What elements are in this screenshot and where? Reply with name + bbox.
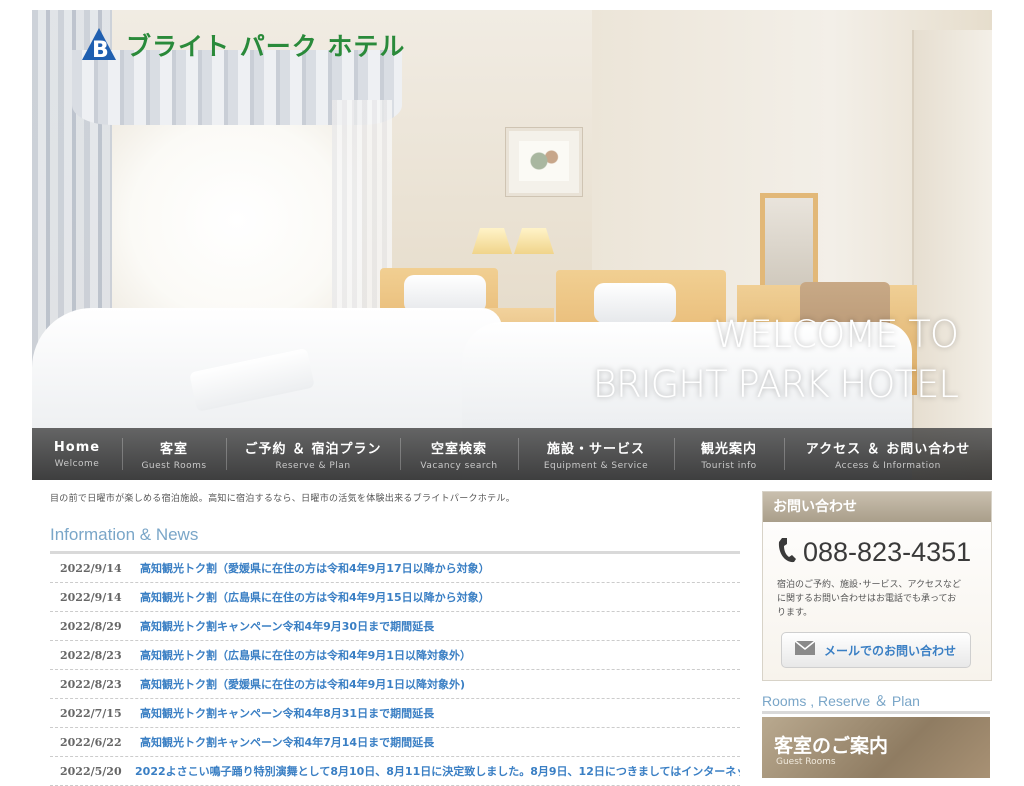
news-date: 2022/5/20 bbox=[60, 764, 122, 778]
news-item: 2022/8/23 高知観光トク割（愛媛県に在住の方は令和4年9月1日以降対象外… bbox=[50, 670, 740, 699]
nav-guest-rooms[interactable]: 客室 Guest Rooms bbox=[122, 428, 226, 480]
news-section: Information & News 2022/9/14 高知観光トク割（愛媛県… bbox=[50, 525, 740, 786]
mail-button-label: メールでのお問い合わせ bbox=[824, 643, 957, 658]
news-date: 2022/9/14 bbox=[60, 561, 122, 575]
news-date: 2022/9/14 bbox=[60, 590, 122, 604]
svg-text:B: B bbox=[92, 38, 109, 63]
news-item: 2022/5/20 2022よさこい鳴子踊り特別演舞として8月10日、8月11日… bbox=[50, 757, 740, 786]
news-link[interactable]: 高知観光トク割（広島県に在住の方は令和4年9月1日以降対象外） bbox=[140, 647, 471, 663]
news-link[interactable]: 高知観光トク割（広島県に在住の方は令和4年9月15日以降から対象） bbox=[140, 589, 490, 605]
hero-lamp-right bbox=[514, 228, 554, 254]
nav-label: 施設・サービス bbox=[546, 441, 645, 457]
nav-equipment-service[interactable]: 施設・サービス Equipment & Service bbox=[518, 428, 674, 480]
hero-image: B ブライト パーク ホテル WELCOME TO BRIGHT PARK HO… bbox=[32, 10, 992, 480]
page-wrapper: B ブライト パーク ホテル WELCOME TO BRIGHT PARK HO… bbox=[32, 10, 992, 786]
news-date: 2022/8/29 bbox=[60, 619, 122, 633]
nav-tourist-info[interactable]: 観光案内 Tourist info bbox=[674, 428, 784, 480]
nav-sublabel: Guest Rooms bbox=[141, 460, 207, 471]
nav-reserve-plan[interactable]: ご予約 ＆ 宿泊プラン Reserve & Plan bbox=[226, 428, 400, 480]
main-nav: Home Welcome 客室 Guest Rooms ご予約 ＆ 宿泊プラン … bbox=[32, 428, 992, 480]
nav-sublabel: Access & Information bbox=[835, 460, 941, 471]
news-link[interactable]: 高知観光トク割（愛媛県に在住の方は令和4年9月17日以降から対象） bbox=[140, 560, 490, 576]
contact-title: お問い合わせ bbox=[763, 492, 991, 522]
welcome-line-2: BRIGHT PARK HOTEL bbox=[592, 363, 959, 406]
nav-label: 客室 bbox=[159, 441, 188, 457]
contact-desc-line: 宿泊のご予約、施設･サービス、アクセスなど bbox=[777, 580, 962, 590]
news-date: 2022/6/22 bbox=[60, 735, 122, 749]
news-item: 2022/7/15 高知観光トク割キャンペーン令和4年8月31日まで期間延長 bbox=[50, 699, 740, 728]
rooms-section-title: Rooms , Reserve ＆ Plan bbox=[762, 691, 990, 714]
hero-mirror bbox=[760, 193, 818, 295]
rooms-banner-title: 客室のご案内 bbox=[774, 735, 889, 757]
phone-number[interactable]: 088-823-4351 bbox=[803, 537, 971, 568]
hero-window bbox=[112, 105, 362, 335]
news-link[interactable]: 2022よさこい鳴子踊り特別演舞として8月10日、8月11日に決定致しました。8… bbox=[135, 763, 740, 779]
news-link[interactable]: 高知観光トク割キャンペーン令和4年8月31日まで期間延長 bbox=[140, 705, 434, 721]
nav-home[interactable]: Home Welcome bbox=[32, 428, 122, 480]
nav-vacancy-search[interactable]: 空室検索 Vacancy search bbox=[400, 428, 518, 480]
hero-wall-picture bbox=[506, 128, 582, 196]
mail-icon bbox=[794, 640, 816, 660]
welcome-line-1: WELCOME TO bbox=[713, 313, 959, 356]
news-section-title: Information & News bbox=[50, 525, 740, 554]
contact-description: 宿泊のご予約、施設･サービス、アクセスなど に関するお問い合わせはお電話でも承っ… bbox=[763, 568, 991, 620]
nav-label: Home bbox=[53, 439, 101, 455]
news-item: 2022/9/14 高知観光トク割（愛媛県に在住の方は令和4年9月17日以降から… bbox=[50, 554, 740, 583]
phone-icon bbox=[775, 536, 797, 568]
rooms-banner-subtitle: Guest Rooms bbox=[776, 757, 836, 767]
news-date: 2022/8/23 bbox=[60, 677, 122, 691]
news-link[interactable]: 高知観光トク割（愛媛県に在住の方は令和4年9月1日以降対象外) bbox=[140, 676, 465, 692]
guest-rooms-banner[interactable]: 客室のご案内 Guest Rooms bbox=[762, 717, 990, 778]
news-item: 2022/9/14 高知観光トク割（広島県に在住の方は令和4年9月15日以降から… bbox=[50, 583, 740, 612]
contact-desc-line: ります。 bbox=[777, 608, 813, 618]
news-item: 2022/6/22 高知観光トク割キャンペーン令和4年7月14日まで期間延長 bbox=[50, 728, 740, 757]
nav-label: アクセス ＆ お問い合わせ bbox=[805, 441, 971, 457]
contact-desc-line: に関するお問い合わせはお電話でも承ってお bbox=[777, 594, 957, 604]
news-date: 2022/7/15 bbox=[60, 706, 122, 720]
nav-label: 観光案内 bbox=[700, 441, 757, 457]
nav-sublabel: Equipment & Service bbox=[543, 460, 649, 471]
nav-label: 空室検索 bbox=[430, 441, 487, 457]
contact-phone: 088-823-4351 bbox=[763, 522, 991, 568]
logo-text: ブライト パーク ホテル bbox=[126, 32, 406, 61]
nav-label: ご予約 ＆ 宿泊プラン bbox=[244, 441, 382, 457]
news-item: 2022/8/23 高知観光トク割（広島県に在住の方は令和4年9月1日以降対象外… bbox=[50, 641, 740, 670]
nav-sublabel: Welcome bbox=[54, 458, 100, 469]
welcome-headline: WELCOME TO BRIGHT PARK HOTEL bbox=[592, 310, 959, 410]
nav-sublabel: Tourist info bbox=[701, 460, 757, 471]
mail-contact-button[interactable]: メールでのお問い合わせ bbox=[781, 632, 971, 668]
logo-mark-icon: B bbox=[80, 26, 118, 64]
nav-sublabel: Reserve & Plan bbox=[275, 460, 351, 471]
news-link[interactable]: 高知観光トク割キャンペーン令和4年9月30日まで期間延長 bbox=[140, 618, 434, 634]
news-link[interactable]: 高知観光トク割キャンペーン令和4年7月14日まで期間延長 bbox=[140, 734, 434, 750]
news-date: 2022/8/23 bbox=[60, 648, 122, 662]
site-logo[interactable]: B ブライト パーク ホテル bbox=[80, 26, 405, 64]
nav-access-information[interactable]: アクセス ＆ お問い合わせ Access & Information bbox=[784, 428, 992, 480]
contact-box: お問い合わせ 088-823-4351 宿泊のご予約、施設･サービス、アクセスな… bbox=[762, 491, 992, 681]
news-item: 2022/8/29 高知観光トク割キャンペーン令和4年9月30日まで期間延長 bbox=[50, 612, 740, 641]
nav-sublabel: Vacancy search bbox=[420, 460, 498, 471]
hero-lamp-left bbox=[472, 228, 512, 254]
site-tagline: 目の前で日曜市が楽しめる宿泊施設。高知に宿泊するなら、日曜市の活気を体験出来るブ… bbox=[50, 494, 516, 504]
